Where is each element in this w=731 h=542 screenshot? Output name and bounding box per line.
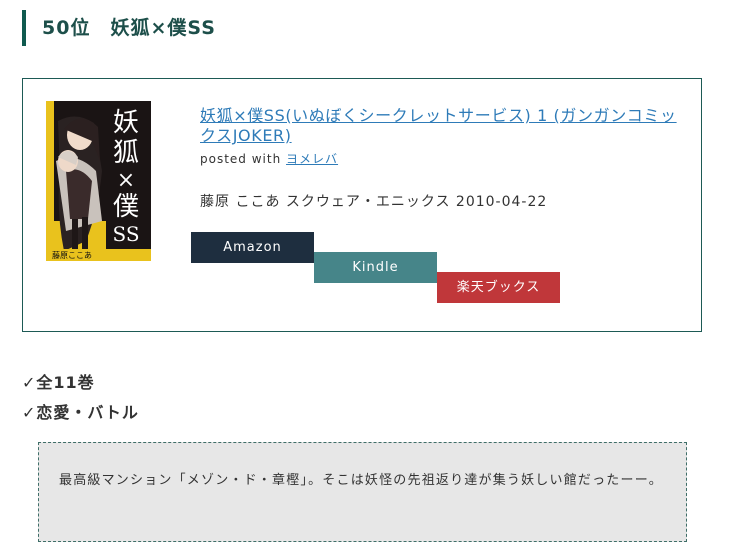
rank-number: 50位: [42, 17, 91, 39]
amazon-button[interactable]: Amazon: [191, 232, 314, 263]
synopsis-box: 最高級マンション「メゾン・ド・章樫」。そこは妖怪の先祖返り達が集う妖しい館だった…: [38, 442, 687, 542]
feature-tags: ✓全11巻 ✓恋愛・バトル: [22, 368, 139, 428]
series-title: 妖狐×僕SS: [110, 17, 216, 39]
tag-genre: ✓恋愛・バトル: [22, 403, 139, 422]
cover-author: 藤原ここあ: [52, 250, 92, 260]
posted-with: posted with ヨメレバ: [200, 150, 338, 167]
book-cover-image[interactable]: 妖 狐 × 僕 SS 藤原ここあ: [46, 101, 151, 261]
tag-volumes: ✓全11巻: [22, 373, 95, 392]
cover-artwork: 妖 狐 × 僕 SS 藤原ここあ: [46, 101, 151, 261]
book-card: 妖 狐 × 僕 SS 藤原ここあ 妖狐×僕SS(いぬぼくシークレットサービス) …: [22, 78, 702, 332]
rank-heading: 50位 妖狐×僕SS: [22, 10, 216, 46]
book-title-link[interactable]: 妖狐×僕SS(いぬぼくシークレットサービス) 1 (ガンガンコミックスJOKER…: [200, 106, 680, 146]
rakuten-books-button[interactable]: 楽天ブックス: [437, 272, 560, 303]
synopsis-text: 最高級マンション「メゾン・ド・章樫」。そこは妖怪の先祖返り達が集う妖しい館だった…: [59, 473, 663, 488]
cover-title-char-3: ×: [117, 168, 135, 193]
cover-title-char-2: 狐: [113, 138, 139, 168]
cover-title-char-1: 妖: [113, 108, 139, 138]
kindle-button[interactable]: Kindle: [314, 252, 437, 283]
cover-title-char-4: 僕: [113, 192, 139, 222]
posted-prefix: posted with: [200, 152, 282, 166]
yomereba-link[interactable]: ヨメレバ: [286, 152, 338, 166]
book-meta: 藤原 ここあ スクウェア・エニックス 2010-04-22: [200, 194, 548, 210]
cover-title-char-5: SS: [112, 222, 139, 246]
